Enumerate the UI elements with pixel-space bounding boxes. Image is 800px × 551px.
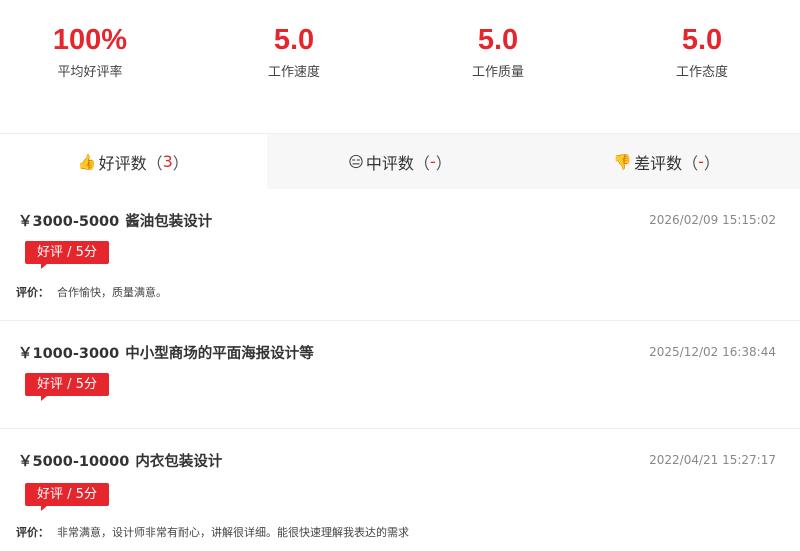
review-comment: 评价： 合作愉快，质量满意。: [16, 284, 167, 300]
review-project-title[interactable]: ￥1000-3000 中小型商场的平面海报设计等: [18, 342, 314, 363]
review-list: ￥3000-5000 酱油包装设计 2026/02/09 15:15:02 好评 …: [0, 189, 800, 551]
review-price: ￥5000-10000: [18, 454, 130, 470]
review-date: 2026/02/09 15:15:02: [649, 213, 776, 227]
review-comment: 评价： 非常满意，设计师非常有耐心，讲解很详细。能很快速理解我表达的需求: [16, 524, 409, 540]
rating-tag: 好评 / 5分: [25, 373, 109, 401]
stat-label: 平均好评率: [57, 65, 123, 80]
review-item: ￥3000-5000 酱油包装设计 2026/02/09 15:15:02 好评 …: [0, 189, 800, 321]
rating-tag: 好评 / 5分: [25, 483, 109, 511]
stat-value: 5.0: [681, 24, 723, 56]
rating-summary: 100% 平均好评率 5.0 工作速度 5.0 工作质量 5.0 工作态度: [0, 0, 800, 134]
tab-label: 中评数: [365, 153, 414, 173]
tab-paren-open: （: [413, 153, 430, 173]
tab-positive-reviews[interactable]: 👍 好评数 （3）: [0, 134, 267, 189]
tab-neutral-reviews[interactable]: 😑 中评数 （-）: [266, 134, 534, 189]
review-title-text: 酱油包装设计: [125, 214, 213, 230]
review-title-text: 中小型商场的平面海报设计等: [125, 346, 314, 362]
stat-work-quality: 5.0 工作质量: [418, 22, 578, 80]
review-price: ￥1000-3000: [18, 346, 120, 362]
review-comment-text: 合作愉快，质量满意。: [57, 286, 167, 299]
tab-paren-open: （: [146, 153, 163, 173]
review-date: 2025/12/02 16:38:44: [649, 345, 776, 359]
thumbs-down-icon: 👎: [613, 152, 633, 171]
stat-positive-rate: 100% 平均好评率: [10, 22, 170, 80]
tab-paren-open: （: [682, 153, 699, 173]
rating-tag: 好评 / 5分: [25, 241, 109, 269]
neutral-face-icon: 😑: [348, 152, 364, 171]
review-date: 2022/04/21 15:27:17: [649, 453, 776, 467]
stat-label: 工作态度: [675, 65, 728, 80]
tab-paren-close: ）: [703, 153, 720, 173]
stat-value: 5.0: [273, 24, 315, 56]
tab-negative-reviews[interactable]: 👎 差评数 （-）: [533, 134, 800, 189]
tab-paren-close: ）: [435, 153, 452, 173]
tab-label: 好评数: [98, 153, 147, 173]
stat-label: 工作速度: [267, 65, 320, 80]
review-comment-label: 评价：: [16, 286, 49, 299]
thumbs-up-icon: 👍: [77, 152, 97, 171]
stat-value: 5.0: [477, 24, 519, 56]
review-project-title[interactable]: ￥5000-10000 内衣包装设计: [18, 450, 222, 471]
review-tabs: 👍 好评数 （3） 😑 中评数 （-） 👎 差评数 （-）: [0, 134, 800, 189]
review-comment-text: 非常满意，设计师非常有耐心，讲解很详细。能很快速理解我表达的需求: [57, 526, 409, 539]
review-item: ￥1000-3000 中小型商场的平面海报设计等 2025/12/02 16:38…: [0, 321, 800, 429]
tab-paren-close: ）: [172, 153, 189, 173]
tab-label: 差评数: [634, 153, 683, 173]
stat-work-speed: 5.0 工作速度: [214, 22, 374, 80]
review-title-text: 内衣包装设计: [135, 454, 223, 470]
review-comment-label: 评价：: [16, 526, 49, 539]
stat-value: 100%: [52, 24, 128, 56]
review-price: ￥3000-5000: [18, 214, 120, 230]
review-project-title[interactable]: ￥3000-5000 酱油包装设计: [18, 210, 212, 231]
stat-work-attitude: 5.0 工作态度: [622, 22, 782, 80]
review-item: ￥5000-10000 内衣包装设计 2022/04/21 15:27:17 好评…: [0, 429, 800, 551]
tab-count: 3: [162, 152, 173, 171]
stat-label: 工作质量: [471, 65, 524, 80]
